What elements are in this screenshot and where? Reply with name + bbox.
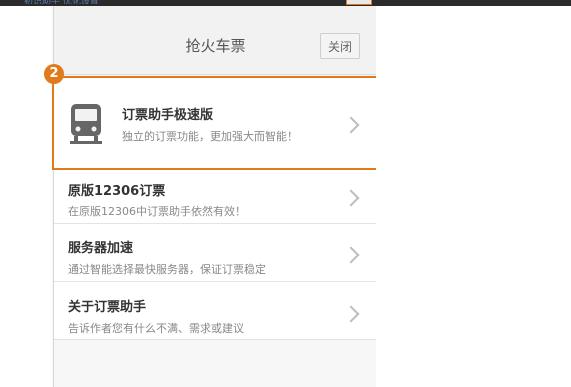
menu-item-server-acceleration[interactable]: 服务器加速 通过智能选择最快服务器，保证订票稳定 <box>54 224 377 282</box>
menu-item-desc: 独立的订票功能，更加强大而智能！ <box>122 130 298 143</box>
menu-item-title: 原版12306订票 <box>68 184 166 199</box>
menu-item-desc: 通过智能选择最快服务器，保证订票稳定 <box>68 263 266 276</box>
menu-item-original-12306[interactable]: 原版12306订票 在原版12306中订票助手依然有效！ <box>54 170 377 224</box>
close-button[interactable]: 关闭 <box>320 33 360 59</box>
menu-item-title: 服务器加速 <box>68 241 134 256</box>
menu-item-desc: 告诉作者您有什么不满、需求或建议 <box>68 322 244 335</box>
top-link[interactable]: 初识助手 优化设置 <box>24 0 99 4</box>
menu-item-about[interactable]: 关于订票助手 告诉作者您有什么不满、需求或建议 <box>54 282 377 340</box>
chevron-right-icon <box>342 246 360 264</box>
menu-item-express-booking[interactable]: 订票助手极速版 独立的订票功能，更加强大而智能！ <box>52 76 379 170</box>
menu-item-title: 订票助手极速版 <box>122 108 214 123</box>
ticket-popup-panel: 抢火车票 关闭 订票助手极速版 独立的订票功能，更加强大而智能！ 原版12306… <box>52 6 379 387</box>
menu-item-title: 关于订票助手 <box>68 300 147 315</box>
step-number-badge: 2 <box>44 64 64 84</box>
chevron-right-icon <box>342 305 360 323</box>
divider <box>54 339 377 340</box>
chevron-right-icon <box>342 189 360 207</box>
train-icon <box>70 104 102 144</box>
panel-header: 抢火车票 关闭 <box>54 6 377 75</box>
extension-tab-notch[interactable] <box>346 0 372 5</box>
chevron-right-icon <box>342 116 360 134</box>
page-background <box>376 6 571 387</box>
menu-item-desc: 在原版12306中订票助手依然有效！ <box>68 205 246 218</box>
